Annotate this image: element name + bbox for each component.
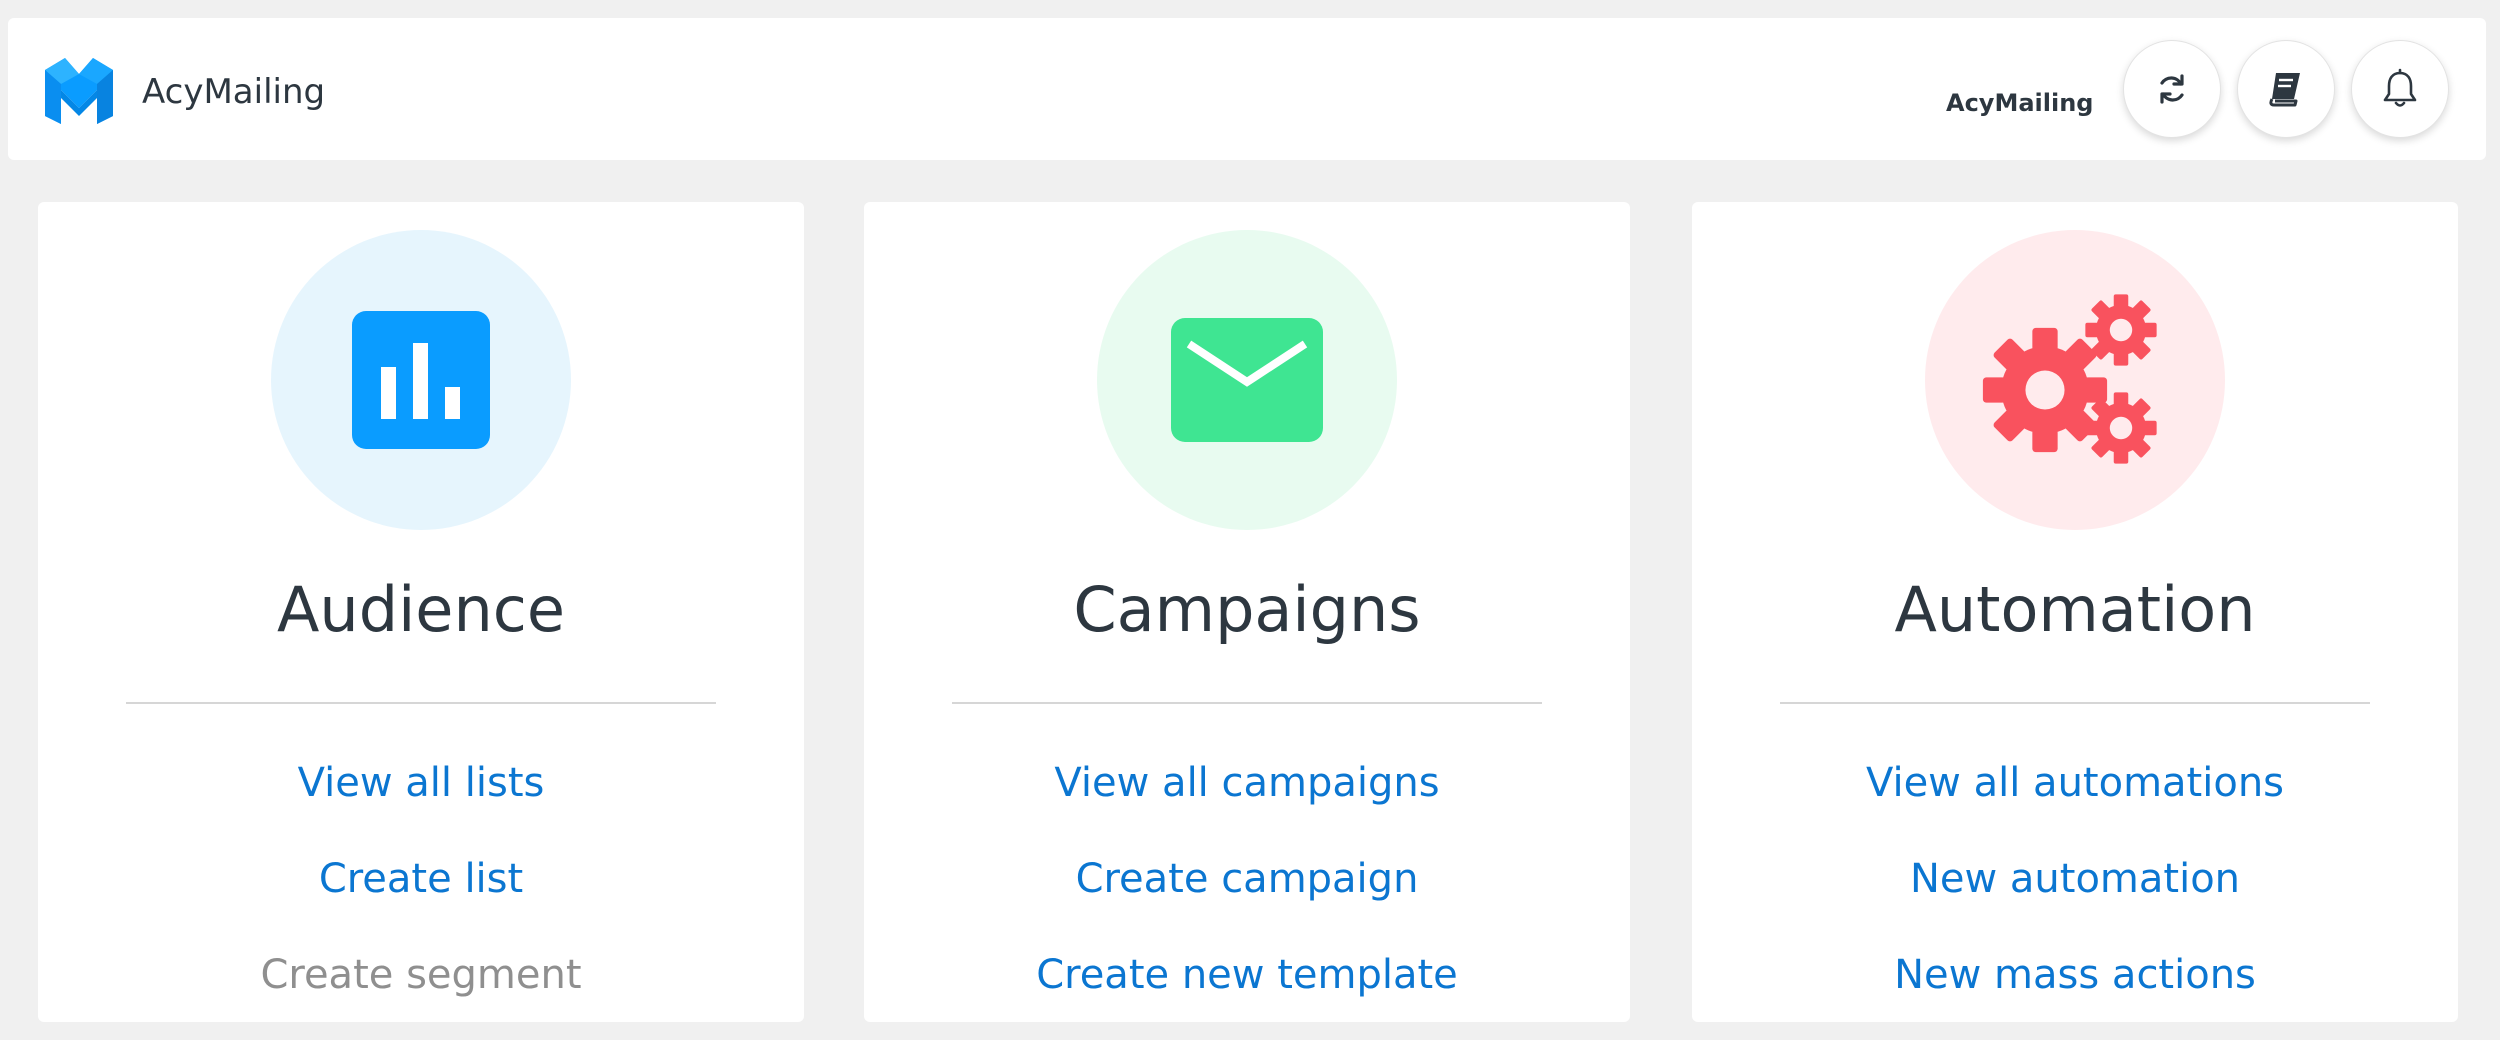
automation-title: Automation [1894,573,2256,646]
book-icon [2269,73,2300,107]
campaigns-card: Campaigns View all campaigns Create camp… [864,202,1630,1022]
audience-card: Audience View all lists Create list Crea… [38,202,804,1022]
create-segment-link[interactable]: Create segment [38,950,804,1000]
view-all-campaigns-link[interactable]: View all campaigns [864,758,1630,808]
bar-chart-icon [352,311,490,449]
campaigns-icon-circle [1097,230,1397,530]
view-all-automations-link[interactable]: View all automations [1692,758,2458,808]
new-automation-link[interactable]: New automation [1692,854,2458,904]
documentation-button[interactable] [2237,40,2335,138]
envelope-icon [1171,318,1323,442]
create-list-link[interactable]: Create list [38,854,804,904]
audience-icon-circle [271,230,571,530]
view-all-lists-link[interactable]: View all lists [38,758,804,808]
new-mass-actions-link[interactable]: New mass actions [1692,950,2458,1000]
divider [1780,702,2370,704]
automation-card: Automation View all automations New auto… [1692,202,2458,1022]
refresh-icon [2160,74,2184,104]
brand-name: AcyMailing [142,72,326,112]
top-bar: AcyMailing AcyMailing [8,18,2486,160]
refresh-button[interactable] [2123,40,2221,138]
gears-icon [1982,294,2157,464]
account-label: AcyMailing [1946,89,2094,117]
acymailing-logo [45,58,113,124]
campaigns-title: Campaigns [1073,573,1421,646]
create-campaign-link[interactable]: Create campaign [864,854,1630,904]
audience-title: Audience [277,573,565,646]
notifications-button[interactable] [2351,40,2449,138]
automation-icon-circle [1925,230,2225,530]
create-new-template-link[interactable]: Create new template [864,950,1630,1000]
bell-icon [2383,68,2417,107]
divider [952,702,1542,704]
divider [126,702,716,704]
